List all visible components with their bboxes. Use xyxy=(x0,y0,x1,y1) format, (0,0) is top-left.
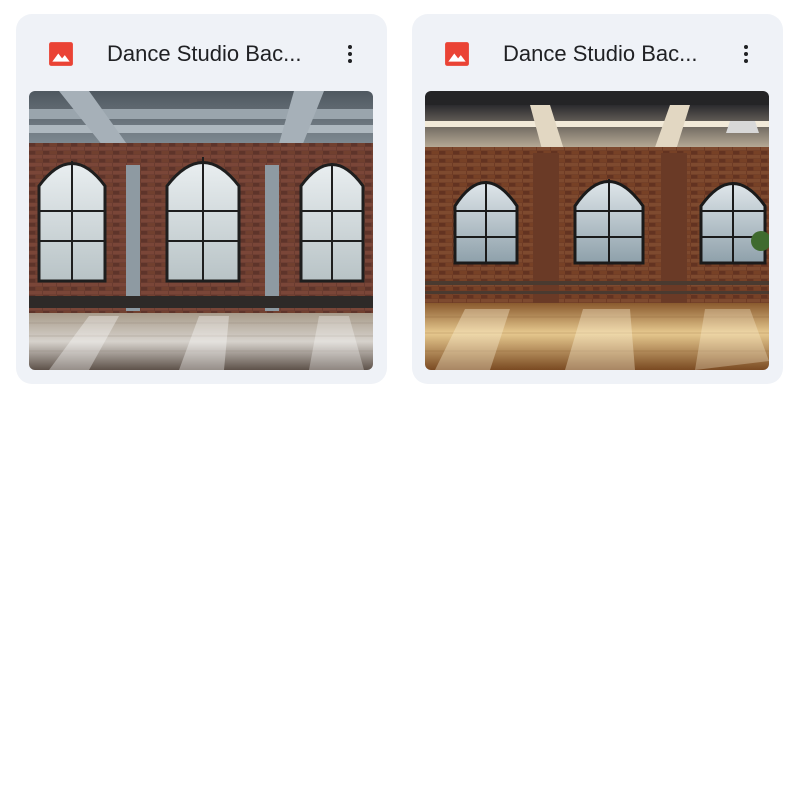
file-card-header: Dance Studio Bac... xyxy=(16,14,387,91)
more-vert-icon xyxy=(744,45,748,63)
more-options-button[interactable] xyxy=(331,35,369,73)
file-grid: Dance Studio Bac... Dance Studio Bac... xyxy=(16,14,783,384)
file-card[interactable]: Dance Studio Bac... xyxy=(412,14,783,384)
file-title: Dance Studio Bac... xyxy=(107,41,302,66)
image-icon xyxy=(48,41,74,67)
file-card[interactable]: Dance Studio Bac... xyxy=(16,14,387,384)
file-card-header: Dance Studio Bac... xyxy=(412,14,783,91)
more-vert-icon xyxy=(348,45,352,63)
more-options-button[interactable] xyxy=(727,35,765,73)
file-thumbnail[interactable] xyxy=(29,91,373,370)
file-thumbnail[interactable] xyxy=(425,91,769,370)
image-icon xyxy=(444,41,470,67)
file-title: Dance Studio Bac... xyxy=(503,41,698,66)
